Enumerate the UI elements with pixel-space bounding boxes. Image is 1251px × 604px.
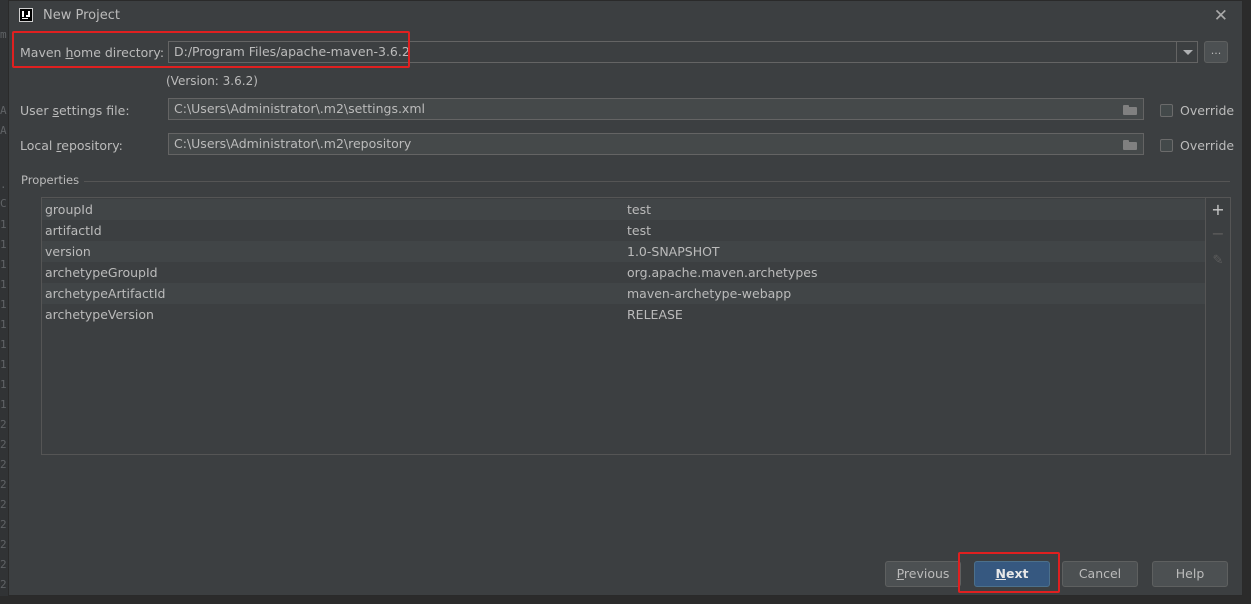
- remove-icon[interactable]: −: [1209, 225, 1227, 243]
- property-value[interactable]: org.apache.maven.archetypes: [627, 265, 817, 280]
- user-settings-override-checkbox[interactable]: [1160, 104, 1173, 117]
- property-key: groupId: [45, 202, 93, 217]
- table-row[interactable]: archetypeVersion RELEASE: [42, 304, 1205, 325]
- previous-button[interactable]: Previous: [885, 561, 961, 587]
- folder-icon[interactable]: [1123, 105, 1137, 115]
- property-value[interactable]: test: [627, 202, 651, 217]
- maven-home-combo[interactable]: D:/Program Files/apache-maven-3.6.2: [168, 41, 1178, 63]
- new-project-dialog: New Project ✕ Maven home directory: D:/P…: [8, 0, 1243, 596]
- editor-bottom-strip: [0, 596, 1251, 604]
- property-key: artifactId: [45, 223, 102, 238]
- chevron-down-icon[interactable]: [1176, 41, 1198, 63]
- property-key: archetypeGroupId: [45, 265, 158, 280]
- folder-icon[interactable]: [1123, 140, 1137, 150]
- intellij-logo-icon: [19, 8, 33, 22]
- maven-version-text: (Version: 3.6.2): [166, 74, 258, 88]
- window-title: New Project: [43, 8, 120, 23]
- user-settings-field[interactable]: C:\Users\Administrator\.m2\settings.xml: [168, 98, 1144, 120]
- property-key: archetypeArtifactId: [45, 286, 166, 301]
- edit-icon[interactable]: ✎: [1209, 252, 1227, 270]
- cancel-button[interactable]: Cancel: [1062, 561, 1138, 587]
- properties-title: Properties: [21, 173, 80, 187]
- local-repository-override-checkbox[interactable]: [1160, 139, 1173, 152]
- property-key: archetypeVersion: [45, 307, 154, 322]
- property-value[interactable]: RELEASE: [627, 307, 683, 322]
- add-icon[interactable]: +: [1209, 201, 1227, 219]
- property-value[interactable]: maven-archetype-webapp: [627, 286, 791, 301]
- properties-table[interactable]: groupId test artifactId test version 1.0-SNAP…: [41, 197, 1206, 455]
- help-button[interactable]: Help: [1152, 561, 1228, 587]
- property-value[interactable]: test: [627, 223, 651, 238]
- local-repository-label: Local repository:: [20, 138, 123, 153]
- browse-maven-home-button[interactable]: ...: [1204, 41, 1228, 63]
- maven-home-label: Maven home directory:: [20, 45, 165, 60]
- table-row[interactable]: version 1.0-SNAPSHOT: [42, 241, 1205, 262]
- table-row[interactable]: artifactId test: [42, 220, 1205, 241]
- title-bar[interactable]: New Project ✕: [9, 1, 1242, 31]
- user-settings-label: User settings file:: [20, 103, 130, 118]
- table-row[interactable]: archetypeGroupId org.apache.maven.archety…: [42, 262, 1205, 283]
- property-value[interactable]: 1.0-SNAPSHOT: [627, 244, 720, 259]
- close-icon[interactable]: ✕: [1214, 6, 1228, 26]
- properties-toolbar: + − ✎: [1206, 197, 1231, 455]
- table-row[interactable]: archetypeArtifactId maven-archetype-webap…: [42, 283, 1205, 304]
- user-settings-override-label[interactable]: Override: [1180, 103, 1234, 118]
- properties-divider: [84, 181, 1230, 182]
- local-repository-field[interactable]: C:\Users\Administrator\.m2\repository: [168, 133, 1144, 155]
- property-key: version: [45, 244, 91, 259]
- next-button[interactable]: Next: [974, 561, 1050, 587]
- table-row[interactable]: groupId test: [42, 199, 1205, 220]
- local-repository-override-label[interactable]: Override: [1180, 138, 1234, 153]
